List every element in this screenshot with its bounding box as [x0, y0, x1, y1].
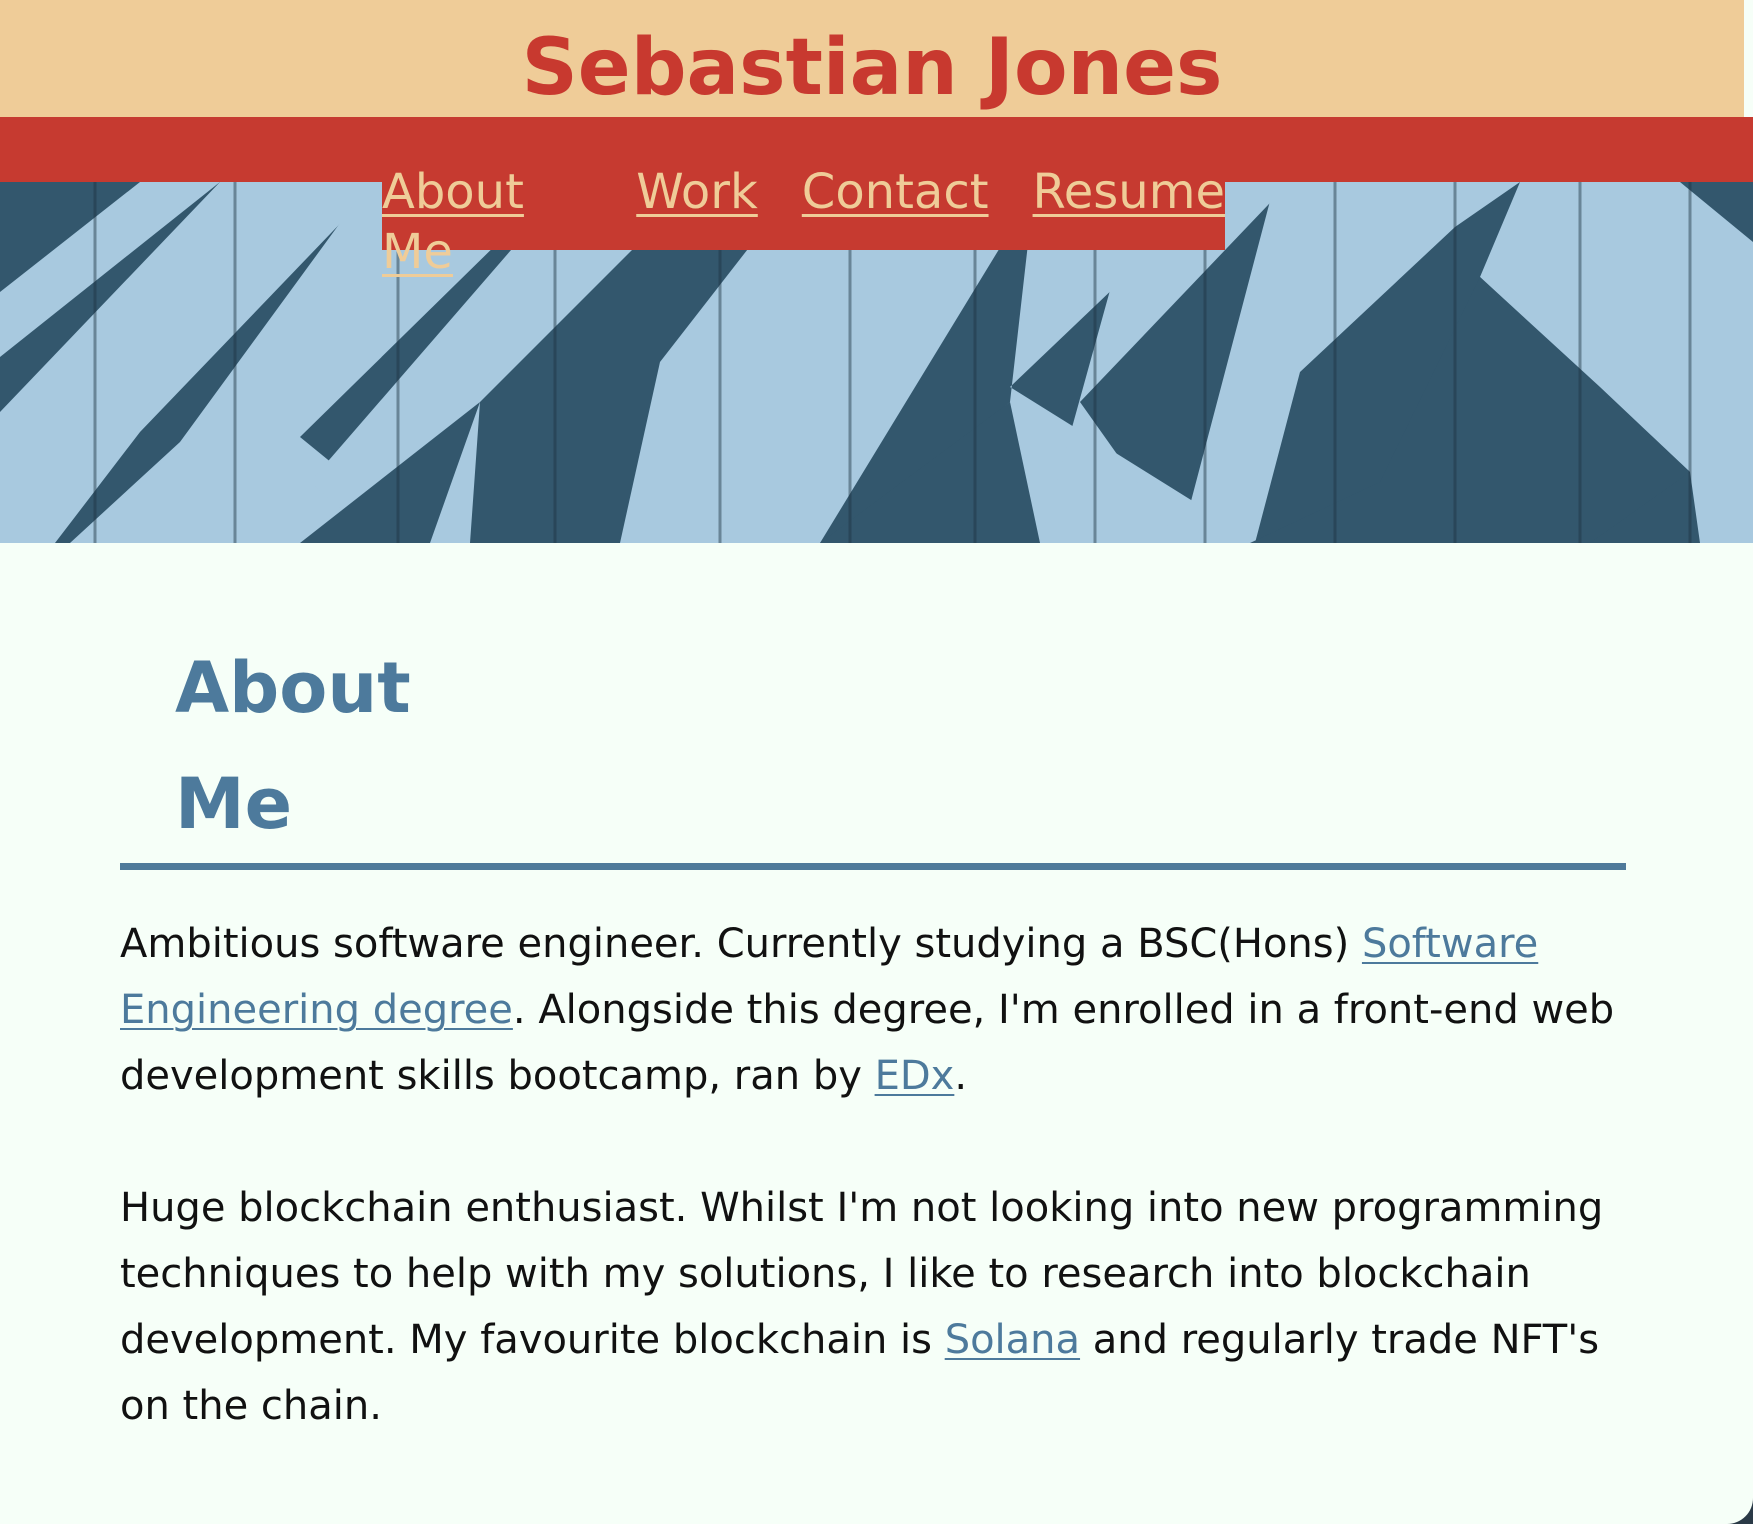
section-divider — [120, 863, 1626, 870]
about-me-heading: About Me — [175, 647, 411, 845]
bio-paragraph-2: Huge blockchain enthusiast. Whilst I'm n… — [120, 1175, 1626, 1439]
solana-link[interactable]: Solana — [945, 1317, 1080, 1363]
page: Sebastian Jones About Me Work Contact Re… — [0, 0, 1753, 1524]
bio-text: Ambitious software engineer. Currently s… — [120, 921, 1362, 967]
edx-link[interactable]: EDx — [875, 1053, 955, 1099]
nav-link-about-me[interactable]: About Me — [382, 162, 592, 282]
bio-text: . — [954, 1053, 968, 1099]
site-header: Sebastian Jones — [0, 0, 1744, 117]
nav-link-resume[interactable]: Resume — [1033, 162, 1225, 222]
main-nav: About Me Work Contact Resume — [382, 117, 1225, 280]
nav-link-work[interactable]: Work — [636, 162, 758, 222]
bio-paragraph-1: Ambitious software engineer. Currently s… — [120, 911, 1626, 1109]
nav-link-contact[interactable]: Contact — [802, 162, 989, 222]
site-title: Sebastian Jones — [521, 23, 1223, 113]
